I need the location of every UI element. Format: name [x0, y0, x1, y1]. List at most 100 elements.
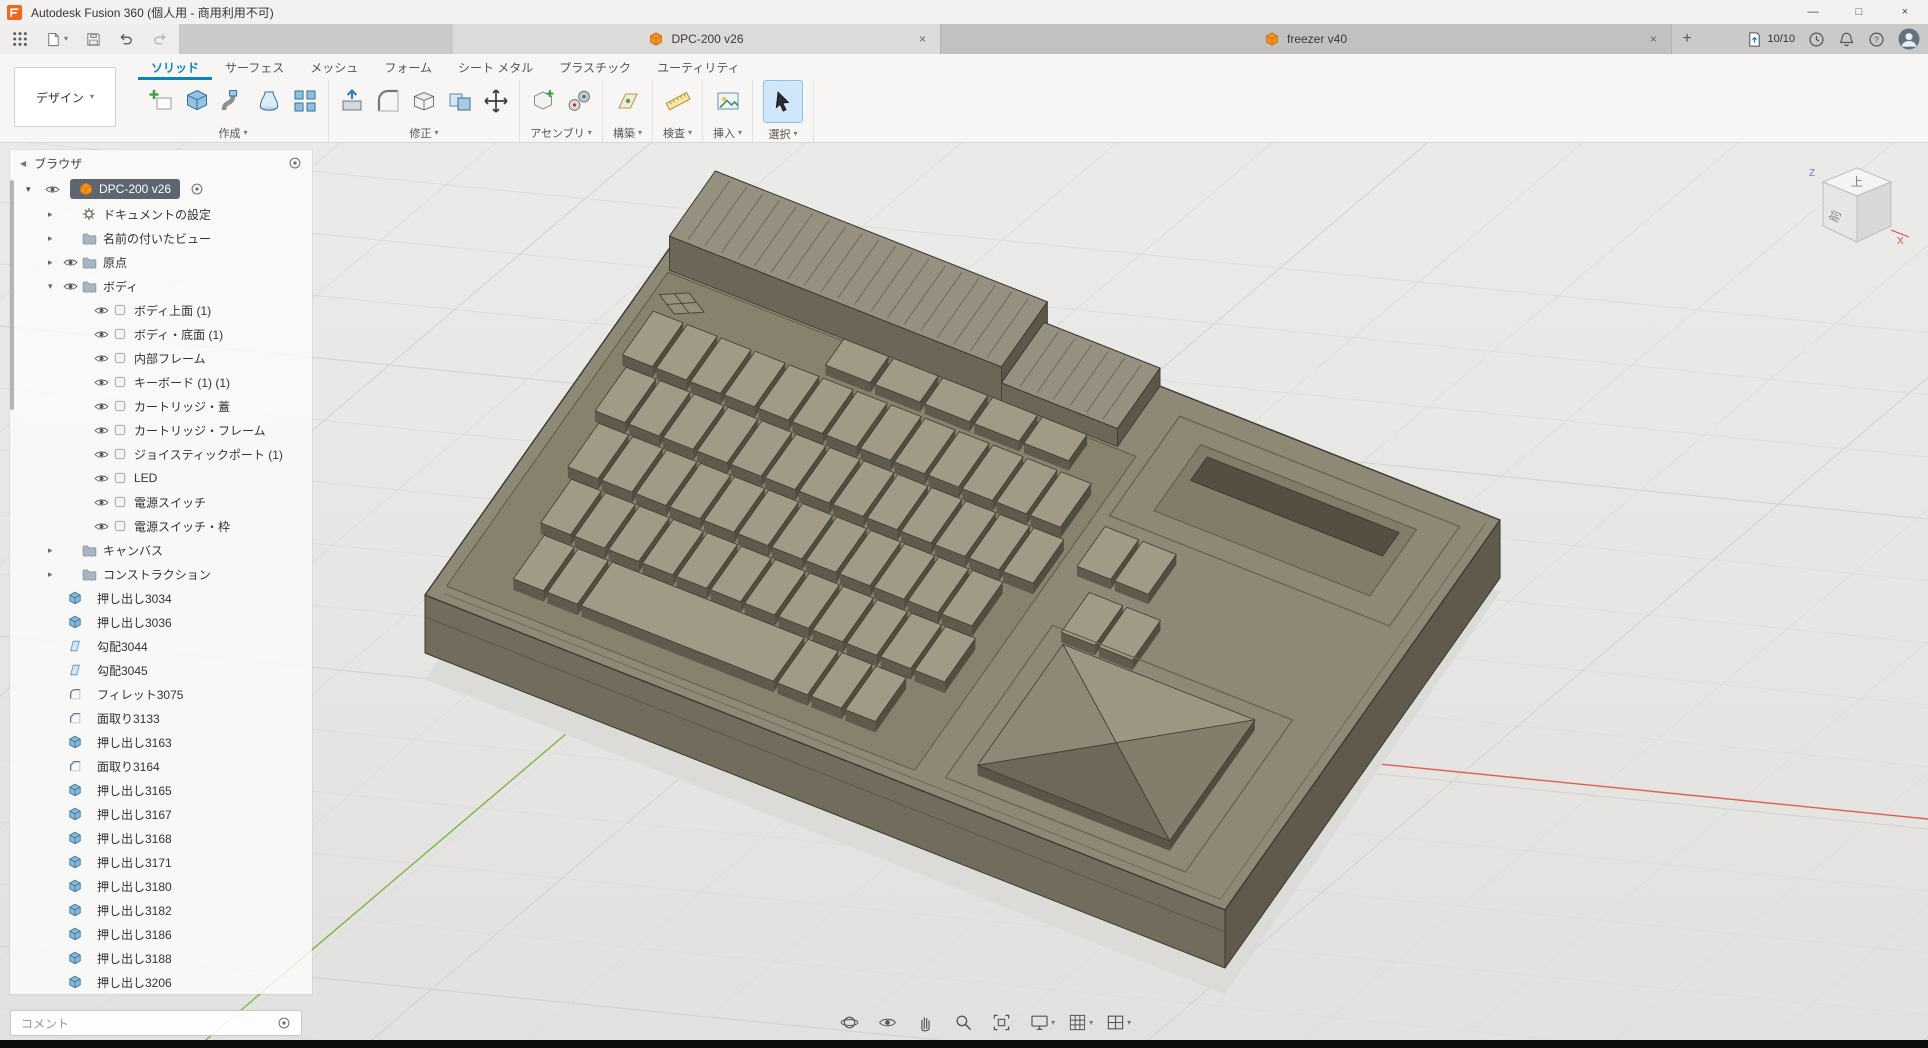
sweep-icon[interactable] [220, 88, 246, 114]
close-tab-button[interactable]: × [1650, 32, 1657, 46]
browser-feature-item[interactable]: 押し出し3188 [10, 946, 312, 970]
collapse-browser-button[interactable]: ◀ [20, 159, 26, 168]
ribbon-tab[interactable]: ユーティリティ [644, 54, 753, 80]
extrude-icon[interactable] [184, 88, 210, 114]
browser-feature-item[interactable]: 勾配3044 [10, 634, 312, 658]
construction-plane-icon[interactable] [615, 88, 641, 114]
job-status-button[interactable]: 10/10 [1746, 31, 1795, 48]
expand-toggle[interactable]: ▸ [48, 257, 63, 268]
browser-feature-item[interactable]: 勾配3045 [10, 658, 312, 682]
browser-tree-item[interactable]: LED [10, 466, 312, 490]
browser-options-icon[interactable] [288, 156, 302, 170]
tool-group-menu[interactable]: 選択▾ [769, 126, 798, 142]
browser-root-item[interactable]: ▾ DPC-200 v26 [10, 176, 312, 202]
ribbon-tab[interactable]: メッシュ [297, 54, 371, 80]
browser-feature-item[interactable]: 押し出し3186 [10, 922, 312, 946]
browser-feature-item[interactable]: 押し出し3165 [10, 778, 312, 802]
shell-icon[interactable] [411, 88, 437, 114]
visibility-eye-icon[interactable] [94, 351, 113, 366]
visibility-eye-icon[interactable] [94, 399, 113, 414]
visibility-eye-icon[interactable] [94, 303, 113, 318]
ribbon-tab[interactable]: シート メタル [445, 54, 546, 80]
browser-feature-item[interactable]: 押し出し3206 [10, 970, 312, 994]
ribbon-tab[interactable]: フォーム [371, 54, 445, 80]
browser-scrollbar[interactable] [10, 180, 14, 410]
visibility-eye-icon[interactable] [63, 255, 82, 270]
browser-feature-item[interactable]: フィレット3075 [10, 682, 312, 706]
select-icon[interactable] [770, 89, 796, 115]
maximize-button[interactable]: □ [1836, 0, 1882, 24]
new-tab-button[interactable]: + [1672, 24, 1702, 54]
browser-feature-item[interactable]: 押し出し3167 [10, 802, 312, 826]
browser-feature-item[interactable]: 押し出し3163 [10, 730, 312, 754]
orbit-button[interactable]: ▾ [840, 1013, 865, 1032]
document-tab[interactable]: freezer v40 × [941, 24, 1672, 54]
view-cube[interactable]: 上 前 Z X [1795, 150, 1915, 270]
visibility-eye-icon[interactable] [63, 279, 82, 294]
tool-group-menu[interactable]: 検査▾ [663, 125, 692, 141]
browser-feature-item[interactable]: 押し出し3182 [10, 898, 312, 922]
expand-toggle[interactable]: ▸ [48, 545, 63, 556]
status-clock-button[interactable] [1808, 31, 1825, 48]
create-sketch-icon[interactable] [148, 88, 174, 114]
close-button[interactable]: × [1882, 0, 1928, 24]
insert-canvas-icon[interactable] [715, 88, 741, 114]
tool-group-menu[interactable]: アセンブリ▾ [530, 125, 591, 141]
visibility-eye-icon[interactable] [94, 423, 113, 438]
ribbon-tab[interactable]: サーフェス [212, 54, 297, 80]
browser-tree-item[interactable]: カートリッジ・蓋 [10, 394, 312, 418]
browser-tree-item[interactable]: ▾ ボディ [10, 274, 312, 298]
browser-tree-item[interactable]: 内部フレーム [10, 346, 312, 370]
ribbon-tab[interactable]: プラスチック [546, 54, 644, 80]
pattern-icon[interactable] [292, 88, 318, 114]
tool-group-menu[interactable]: 構築▾ [613, 125, 642, 141]
notifications-button[interactable] [1838, 31, 1855, 48]
tool-group-menu[interactable]: 修正▾ [409, 125, 438, 141]
browser-feature-item[interactable]: 面取り3133 [10, 706, 312, 730]
browser-tree-item[interactable]: カートリッジ・フレーム [10, 418, 312, 442]
workspace-selector[interactable]: デザイン ▾ [14, 67, 116, 127]
app-grid-button[interactable] [12, 31, 28, 47]
browser-feature-item[interactable]: 押し出し3171 [10, 850, 312, 874]
browser-feature-item[interactable]: 面取り3164 [10, 754, 312, 778]
browser-feature-item[interactable]: 押し出し3036 [10, 610, 312, 634]
joint-icon[interactable] [566, 88, 592, 114]
visibility-eye-icon[interactable] [94, 375, 113, 390]
visibility-eye-icon[interactable] [94, 327, 113, 342]
browser-tree-item[interactable]: ボディ・底面 (1) [10, 322, 312, 346]
comment-bar[interactable]: コメント [10, 1010, 302, 1036]
look-at-button[interactable]: ▾ [878, 1013, 903, 1032]
user-avatar-button[interactable] [1898, 28, 1920, 50]
visibility-eye-icon[interactable] [45, 182, 64, 197]
browser-tree-item[interactable]: ▸ 原点 [10, 250, 312, 274]
expand-toggle[interactable]: ▸ [48, 569, 63, 580]
visibility-eye-icon[interactable] [94, 447, 113, 462]
browser-tree-item[interactable]: ジョイスティックポート (1) [10, 442, 312, 466]
ribbon-tab[interactable]: ソリッド [138, 54, 212, 80]
browser-tree-item[interactable]: 電源スイッチ [10, 490, 312, 514]
visibility-eye-icon[interactable] [94, 519, 113, 534]
comment-target-icon[interactable] [277, 1016, 291, 1030]
fit-button[interactable]: ▾ [992, 1013, 1017, 1032]
browser-tree-item[interactable]: ボディ上面 (1) [10, 298, 312, 322]
minimize-button[interactable]: — [1790, 0, 1836, 24]
fillet-icon[interactable] [375, 88, 401, 114]
viewports-button[interactable]: ▾ [1106, 1013, 1131, 1032]
browser-tree-item[interactable]: ▸ キャンバス [10, 538, 312, 562]
help-button[interactable]: ? [1868, 31, 1885, 48]
browser-tree-item[interactable]: ▸ 名前の付いたビュー [10, 226, 312, 250]
undo-button[interactable] [119, 32, 134, 47]
save-button[interactable] [86, 32, 101, 47]
visibility-eye-icon[interactable] [94, 471, 113, 486]
expand-toggle[interactable]: ▸ [48, 233, 63, 244]
revolve-icon[interactable] [256, 88, 282, 114]
pan-button[interactable]: ▾ [916, 1013, 941, 1032]
close-tab-button[interactable]: × [919, 32, 926, 46]
browser-tree-item[interactable]: キーボード (1) (1) [10, 370, 312, 394]
expand-toggle[interactable]: ▾ [48, 281, 63, 292]
display-button[interactable]: ▾ [1030, 1013, 1055, 1032]
browser-feature-item[interactable]: 押し出し3168 [10, 826, 312, 850]
combine-icon[interactable] [447, 88, 473, 114]
visibility-eye-icon[interactable] [94, 495, 113, 510]
zoom-button[interactable]: ▾ [954, 1013, 979, 1032]
